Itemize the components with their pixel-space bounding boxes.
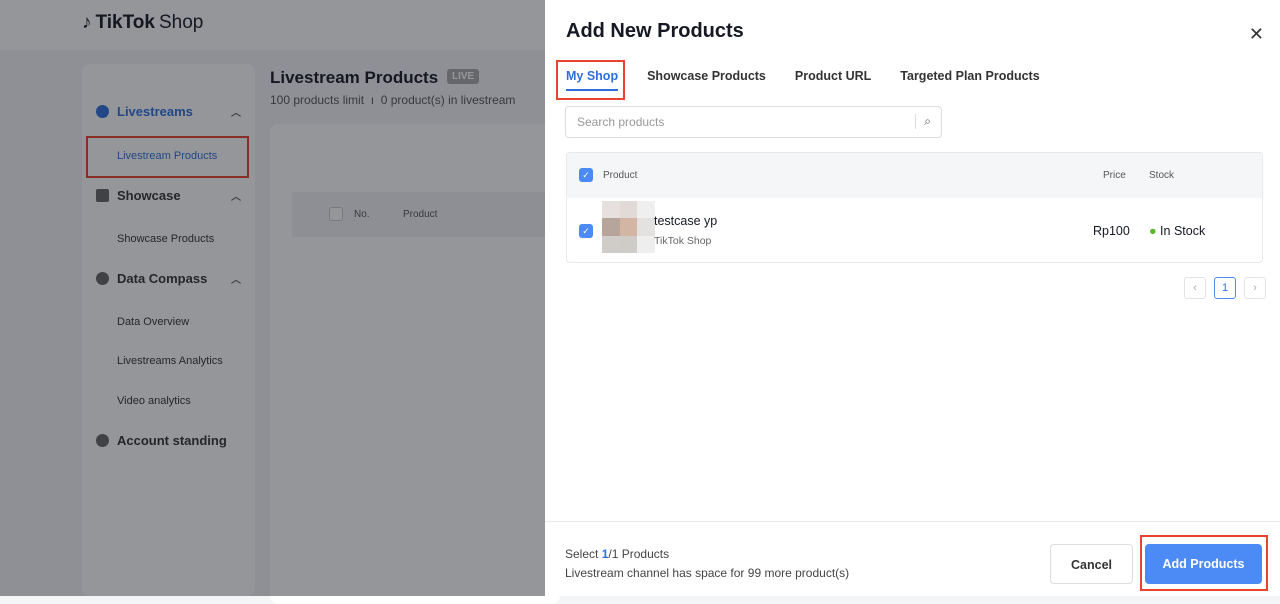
selection-count: Select 1/1 Products [565, 547, 670, 561]
close-icon[interactable]: ✕ [1249, 24, 1264, 45]
tab-product-url[interactable]: Product URL [795, 69, 871, 91]
products-table: ✓ Product Price Stock ✓ testcase yp TikT… [566, 152, 1263, 263]
prev-page-button[interactable]: ‹ [1184, 277, 1206, 299]
drawer-footer: Select 1/1 Products Livestream channel h… [545, 521, 1280, 596]
search-input[interactable]: Search products ⌕ [565, 106, 942, 138]
table-header: ✓ Product Price Stock [567, 153, 1262, 198]
page-1-button[interactable]: 1 [1214, 277, 1236, 299]
product-thumbnail [602, 201, 655, 253]
column-product: Product [603, 170, 638, 181]
cancel-button[interactable]: Cancel [1050, 544, 1133, 584]
column-stock: Stock [1149, 170, 1175, 181]
stock-status: ● In Stock [1149, 224, 1206, 238]
channel-space-text: Livestream channel has space for 99 more… [565, 566, 850, 580]
row-checkbox[interactable]: ✓ [579, 224, 593, 238]
highlight-box [1140, 535, 1268, 591]
next-page-button[interactable]: › [1244, 277, 1266, 299]
add-products-drawer: Add New Products ✕ My Shop Showcase Prod… [545, 0, 1280, 596]
product-shop: TikTok Shop [654, 235, 712, 247]
column-price: Price [1103, 170, 1126, 181]
status-dot-icon: ● [1149, 224, 1157, 238]
drawer-title: Add New Products [566, 20, 744, 42]
tab-targeted-plan-products[interactable]: Targeted Plan Products [900, 69, 1039, 91]
drawer-tabs: My Shop Showcase Products Product URL Ta… [566, 69, 1040, 91]
search-icon[interactable]: ⌕ [915, 114, 931, 129]
tab-showcase-products[interactable]: Showcase Products [647, 69, 766, 91]
product-price: Rp100 [1093, 224, 1130, 238]
select-all-checkbox[interactable]: ✓ [579, 168, 593, 182]
pagination: ‹ 1 › [1184, 277, 1266, 299]
product-name: testcase yp [654, 214, 718, 228]
highlight-box [556, 60, 625, 100]
